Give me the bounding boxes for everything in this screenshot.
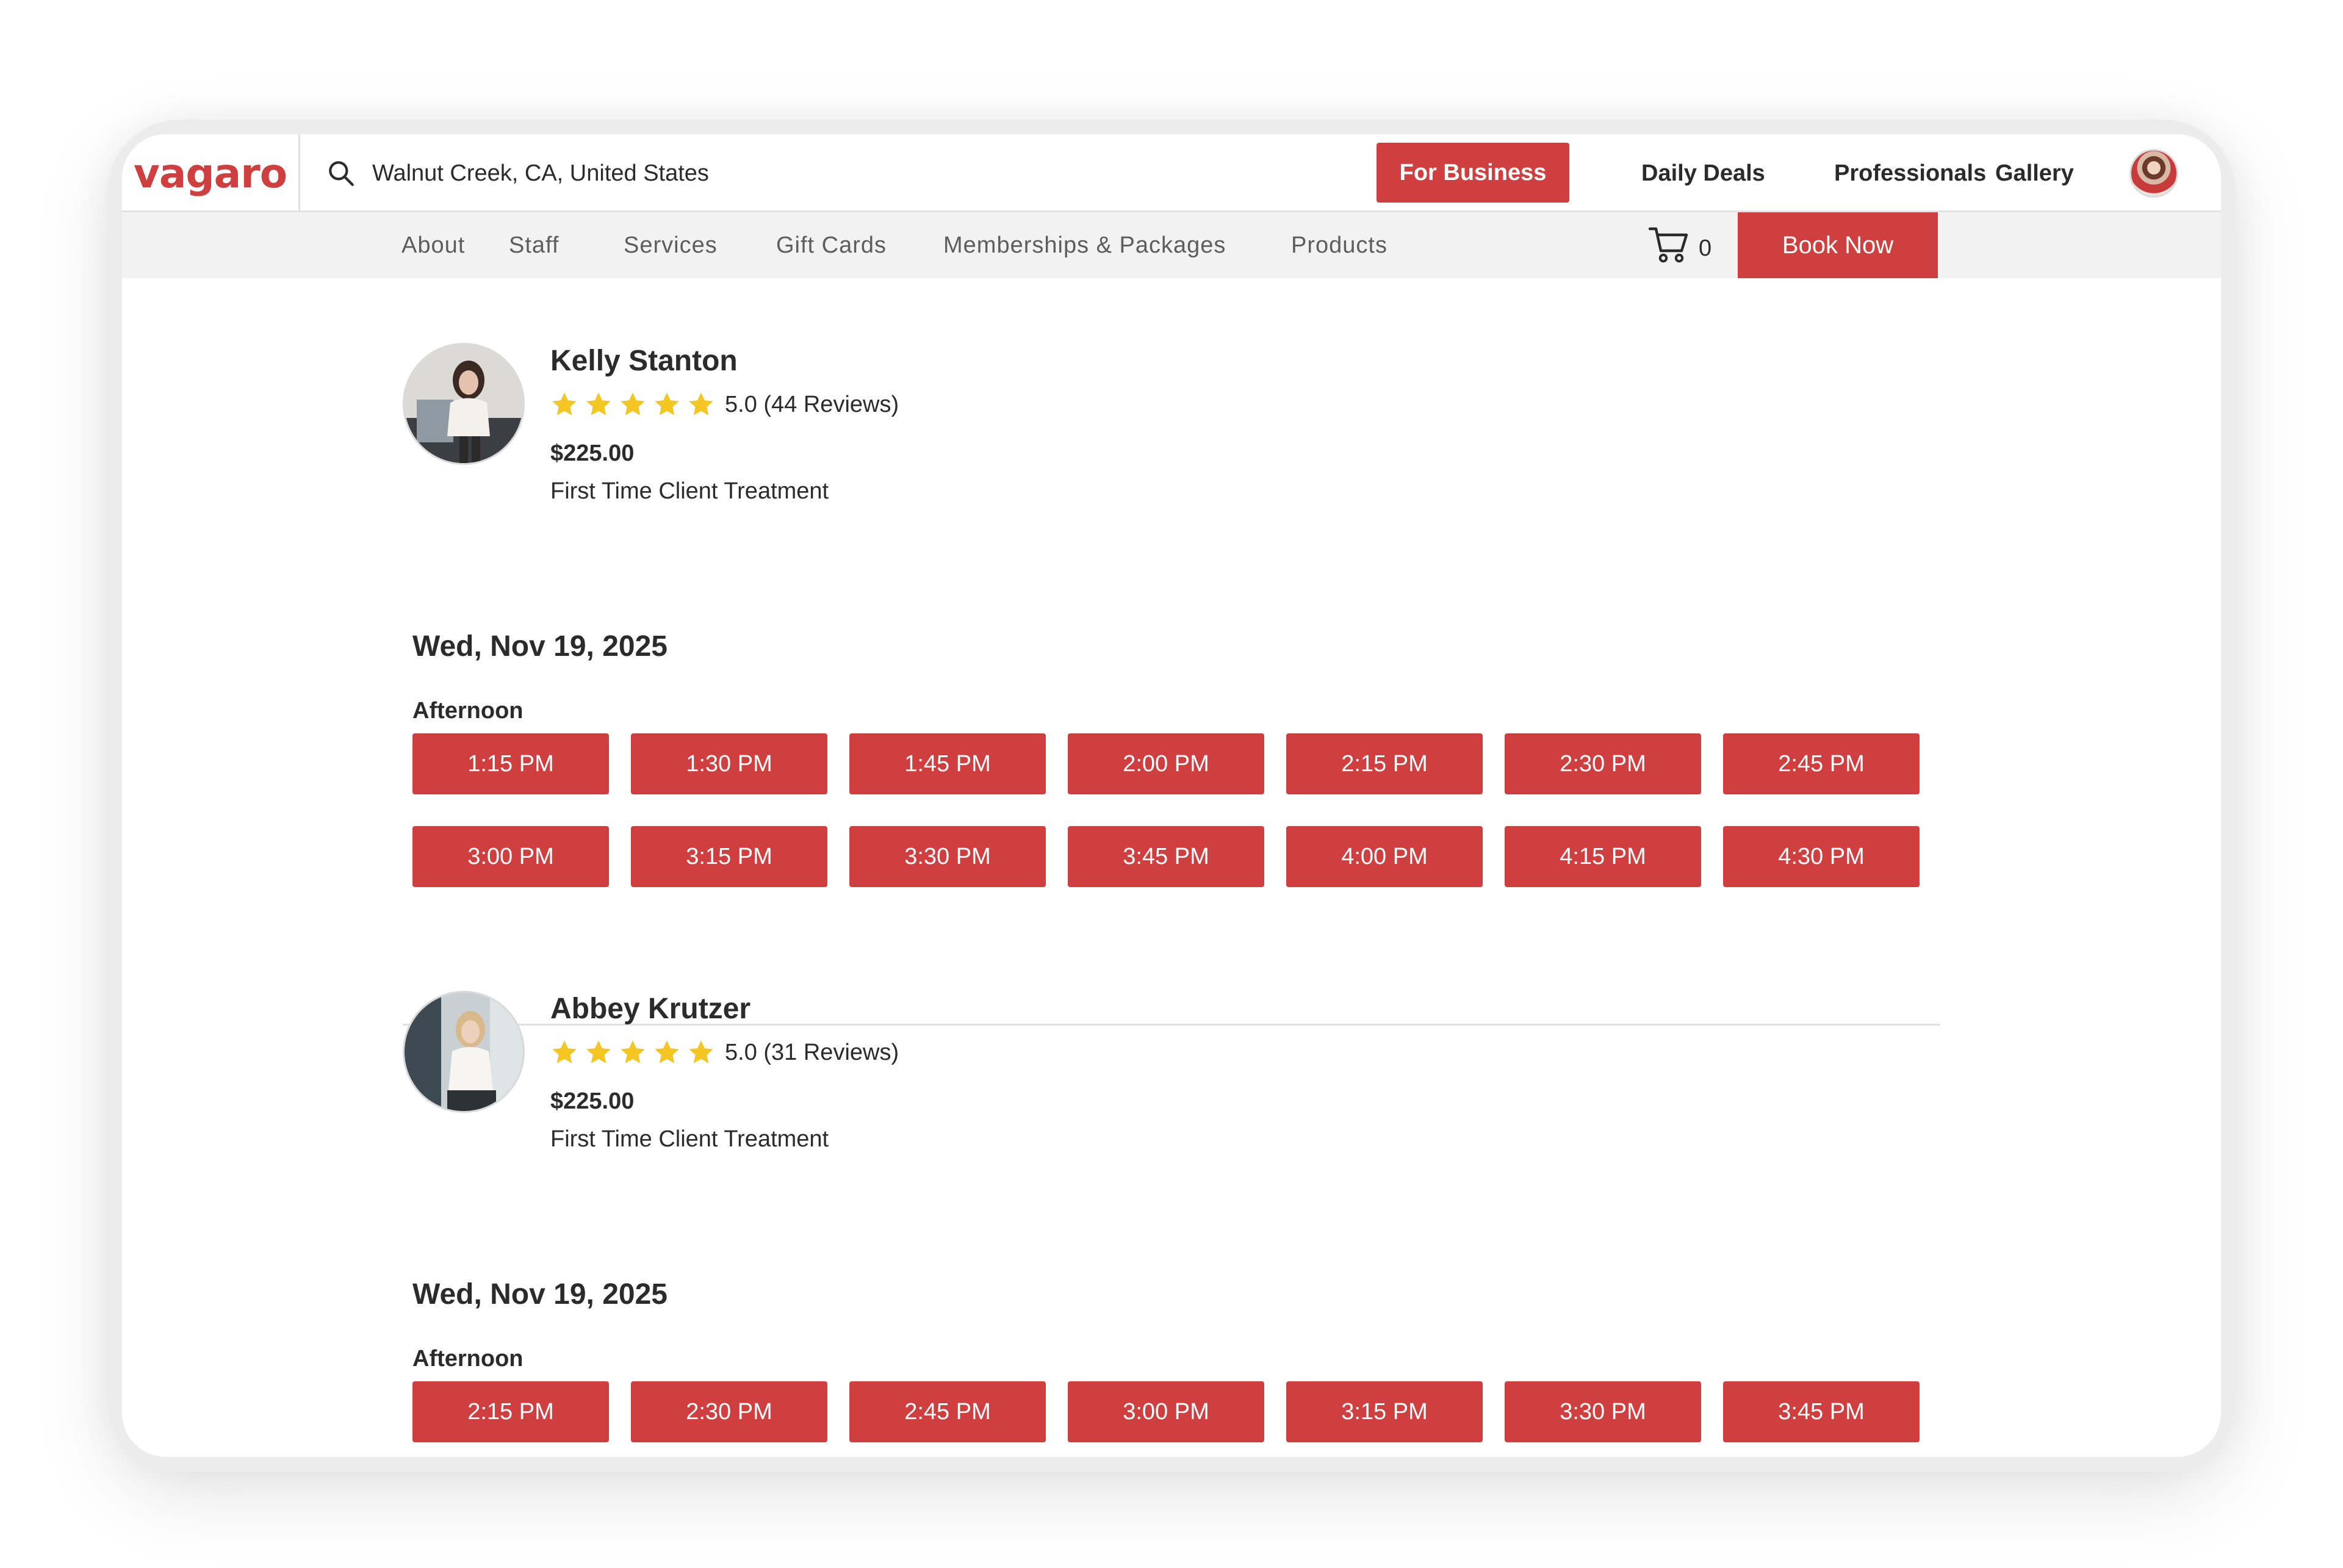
service-name: First Time Client Treatment [550,478,829,504]
service-price: $225.00 [550,441,635,466]
tab-gift-cards[interactable]: Gift Cards [776,212,887,278]
tab-staff[interactable]: Staff [509,212,559,278]
star-icon [655,392,679,415]
provider-rating[interactable]: 5.0 (44 Reviews) [550,390,899,419]
time-slot-button[interactable]: 2:45 PM [849,1381,1046,1442]
provider-photo[interactable] [403,343,525,465]
time-slot-button[interactable]: 2:00 PM [1068,733,1264,794]
time-slot-button[interactable]: 1:30 PM [631,733,827,794]
nav-professionals[interactable]: Professionals [1834,134,1986,212]
time-slot-button[interactable]: 1:15 PM [412,733,609,794]
provider-name[interactable]: Abbey Krutzer [550,992,750,1026]
tab-products[interactable]: Products [1291,212,1387,278]
time-slot-button[interactable]: 3:30 PM [1505,1381,1701,1442]
provider-name[interactable]: Kelly Stanton [550,344,738,378]
star-icon [621,392,645,415]
star-icon [552,392,577,415]
book-now-button[interactable]: Book Now [1738,212,1938,278]
time-slot-button[interactable]: 4:15 PM [1505,826,1701,887]
time-slot-button[interactable]: 2:30 PM [1505,733,1701,794]
vagaro-logo[interactable]: vagaro [134,150,287,197]
star-icon [586,392,611,415]
time-slot-button[interactable]: 3:45 PM [1068,826,1264,887]
star-icon [689,392,713,415]
time-slot-button[interactable]: 2:30 PM [631,1381,827,1442]
provider-card: Abbey Krutzer 5.0 (31 Reviews) $225.00 F… [403,991,1952,1457]
for-business-button[interactable]: For Business [1377,143,1569,203]
service-name: First Time Client Treatment [550,1126,829,1152]
availability-date: Wed, Nov 19, 2025 [412,1278,668,1311]
tab-about[interactable]: About [401,212,465,278]
nav-daily-deals[interactable]: Daily Deals [1641,134,1765,212]
star-icon [689,1040,713,1063]
availability-date: Wed, Nov 19, 2025 [412,630,668,663]
time-slot-button[interactable]: 2:15 PM [412,1381,609,1442]
time-period-label: Afternoon [412,698,524,724]
time-slot-button[interactable]: 1:45 PM [849,733,1046,794]
tab-memberships-packages[interactable]: Memberships & Packages [943,212,1226,278]
time-slot-button[interactable]: 2:15 PM [1286,733,1483,794]
rating-text: 5.0 (31 Reviews) [725,1039,899,1065]
logo-container[interactable]: vagaro [122,134,300,212]
star-icon [586,1040,611,1063]
time-slot-button[interactable]: 4:30 PM [1723,826,1920,887]
device-frame: vagaro Walnut Creek, CA, United States F… [107,120,2236,1472]
user-avatar[interactable] [2129,149,2178,198]
time-slot-button[interactable]: 3:15 PM [1286,1381,1483,1442]
location-text[interactable]: Walnut Creek, CA, United States [372,160,709,187]
provider-rating[interactable]: 5.0 (31 Reviews) [550,1038,899,1066]
top-bar: vagaro Walnut Creek, CA, United States F… [122,134,2221,212]
time-slot-button[interactable]: 3:00 PM [412,826,609,887]
cart-count: 0 [1699,235,1712,261]
star-icon [621,1040,645,1063]
tab-services[interactable]: Services [624,212,718,278]
time-slot-button[interactable]: 4:00 PM [1286,826,1483,887]
star-icon [552,1040,577,1063]
time-slot-grid: 1:15 PM 1:30 PM 1:45 PM 2:00 PM 2:15 PM 2:30 … [412,733,1962,887]
time-slot-button[interactable]: 3:00 PM [1068,1381,1264,1442]
provider-photo[interactable] [403,991,525,1113]
time-slot-grid: 2:15 PM 2:30 PM 2:45 PM 3:00 PM 3:15 PM 3:30 … [412,1381,1962,1457]
nav-gallery[interactable]: Gallery [1995,134,2074,212]
time-slot-button[interactable]: 3:45 PM [1723,1381,1920,1442]
time-slot-button[interactable]: 3:15 PM [631,826,827,887]
time-slot-button[interactable]: 3:30 PM [849,826,1046,887]
location-search[interactable]: Walnut Creek, CA, United States [326,134,1241,212]
service-price: $225.00 [550,1088,635,1114]
rating-text: 5.0 (44 Reviews) [725,391,899,417]
search-icon [329,161,354,186]
cart-button[interactable]: 0 [1649,212,1711,278]
business-subnav: About Staff Services Gift Cards Membersh… [122,212,2221,278]
time-slot-button[interactable]: 2:45 PM [1723,733,1920,794]
provider-card: Kelly Stanton 5.0 (44 Reviews) $225.00 F… [403,343,1952,1014]
cart-icon [1649,227,1688,263]
star-icon [655,1040,679,1063]
time-period-label: Afternoon [412,1346,524,1372]
browser-screen: vagaro Walnut Creek, CA, United States F… [122,134,2221,1457]
